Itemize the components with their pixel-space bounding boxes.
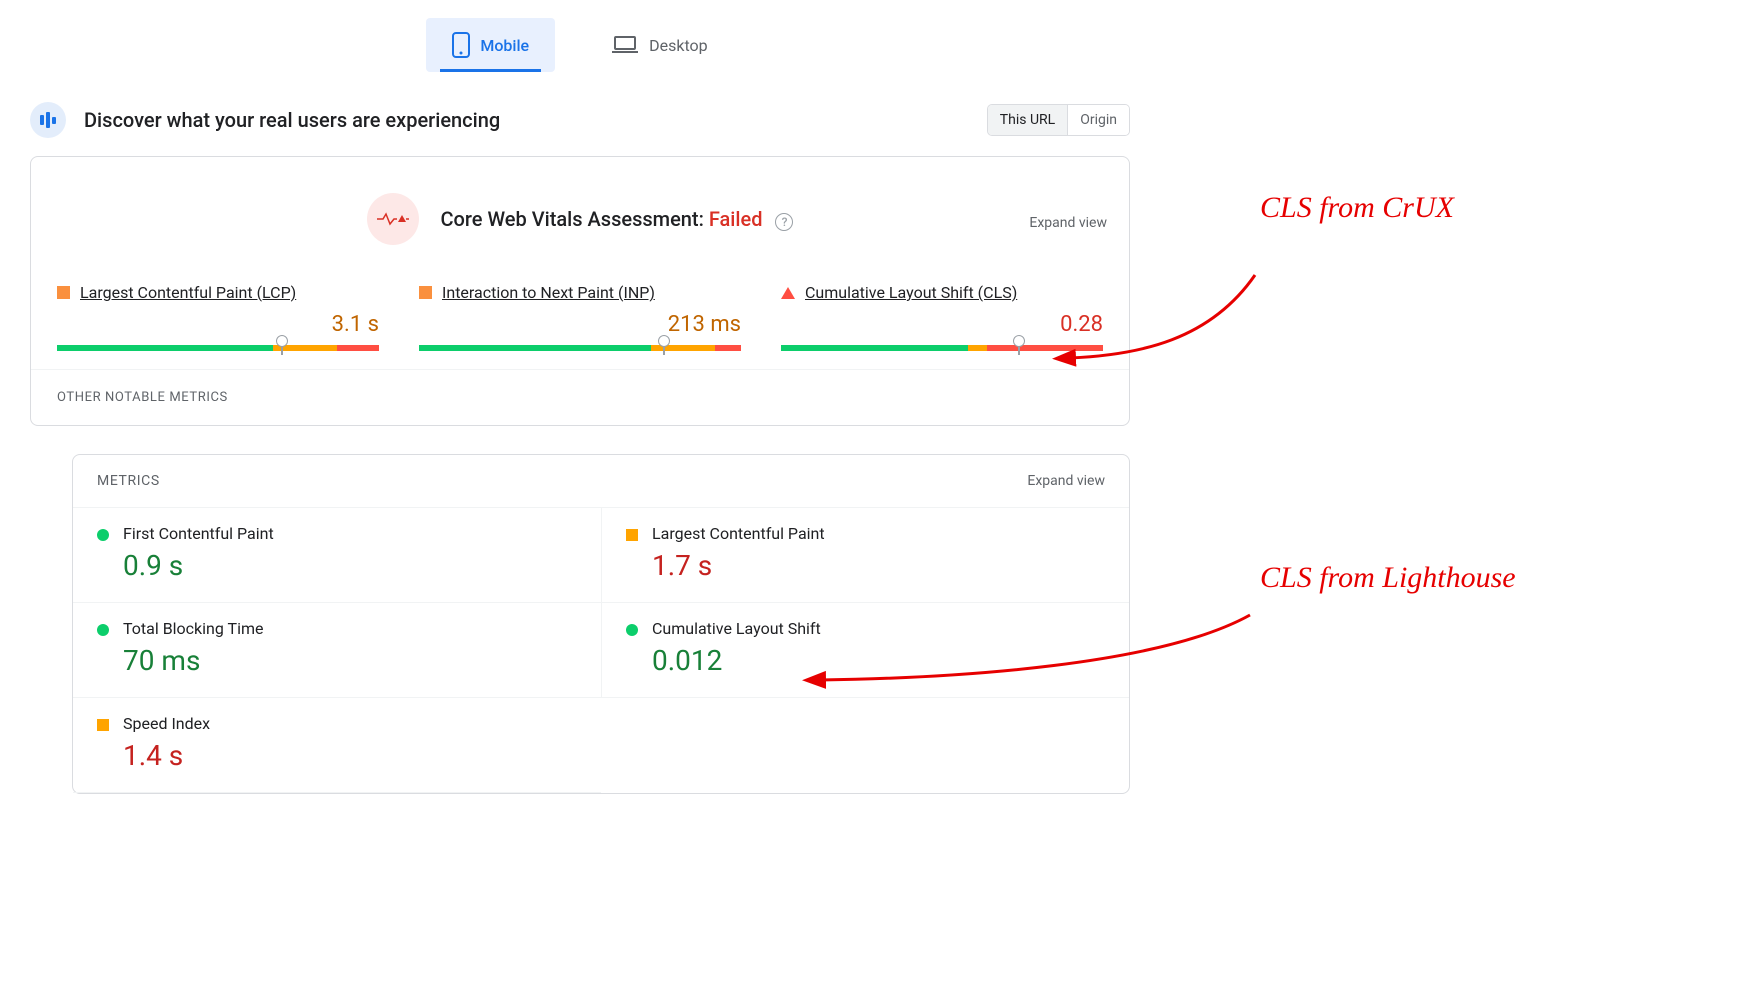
circle-icon	[626, 624, 638, 636]
circle-icon	[97, 624, 109, 636]
tab-mobile[interactable]: Mobile	[426, 18, 555, 72]
lh-metric-name: Largest Contentful Paint	[652, 524, 825, 543]
vital-0: Largest Contentful Paint (LCP) 3.1 s	[57, 283, 379, 351]
tab-mobile-label: Mobile	[480, 36, 529, 55]
lighthouse-expand-link[interactable]: Expand view	[1027, 473, 1105, 489]
square-icon	[57, 286, 70, 299]
help-icon[interactable]: ?	[775, 213, 793, 231]
lh-metric-name: First Contentful Paint	[123, 524, 274, 543]
crux-expand-link[interactable]: Expand view	[1029, 215, 1107, 231]
lh-metric-name: Speed Index	[123, 714, 210, 733]
distribution-bar	[57, 345, 379, 351]
assessment-text: Core Web Vitals Assessment: Failed ?	[441, 207, 794, 231]
distribution-bar	[781, 345, 1103, 351]
square-icon	[97, 719, 109, 731]
lh-metric-value: 70 ms	[123, 644, 263, 677]
vital-name[interactable]: Interaction to Next Paint (INP)	[442, 283, 655, 302]
vital-value: 3.1 s	[57, 312, 379, 337]
lh-metric-name: Cumulative Layout Shift	[652, 619, 821, 638]
annotation-crux: CLS from CrUX	[1260, 190, 1520, 226]
lh-metric-value: 0.012	[652, 644, 821, 677]
lighthouse-card: METRICS Expand view First Contentful Pai…	[72, 454, 1130, 794]
scope-toggle: This URL Origin	[987, 104, 1130, 136]
annotation-lighthouse: CLS from Lighthouse	[1260, 560, 1540, 596]
other-metrics-label: OTHER NOTABLE METRICS	[31, 369, 1129, 425]
lh-metric-3: Cumulative Layout Shift 0.012	[601, 603, 1129, 698]
distribution-bar	[419, 345, 741, 351]
lh-metric-2: Total Blocking Time 70 ms	[73, 603, 601, 698]
scope-origin[interactable]: Origin	[1067, 105, 1129, 135]
vital-value: 213 ms	[419, 312, 741, 337]
field-data-title: Discover what your real users are experi…	[84, 108, 500, 132]
tab-desktop[interactable]: Desktop	[585, 18, 734, 72]
pulse-icon	[367, 193, 419, 245]
lighthouse-title: METRICS	[97, 473, 160, 489]
lh-metric-1: Largest Contentful Paint 1.7 s	[601, 508, 1129, 603]
lh-metric-4: Speed Index 1.4 s	[73, 698, 601, 793]
lh-metric-value: 0.9 s	[123, 549, 274, 582]
percentile-pin	[658, 335, 670, 347]
square-icon	[419, 286, 432, 299]
circle-icon	[97, 529, 109, 541]
vital-2: Cumulative Layout Shift (CLS) 0.28	[781, 283, 1103, 351]
scope-this-url[interactable]: This URL	[988, 105, 1067, 135]
vital-name[interactable]: Cumulative Layout Shift (CLS)	[805, 283, 1017, 302]
crux-card: Core Web Vitals Assessment: Failed ? Exp…	[30, 156, 1130, 426]
tab-desktop-label: Desktop	[649, 36, 708, 55]
lh-metric-0: First Contentful Paint 0.9 s	[73, 508, 601, 603]
vital-name[interactable]: Largest Contentful Paint (LCP)	[80, 283, 296, 302]
lighthouse-grid: First Contentful Paint 0.9 s Largest Con…	[73, 508, 1129, 793]
phone-icon	[452, 32, 470, 58]
assessment-label: Core Web Vitals Assessment:	[441, 207, 709, 231]
lh-metric-name: Total Blocking Time	[123, 619, 263, 638]
vitals-row: Largest Contentful Paint (LCP) 3.1 s Int…	[31, 255, 1129, 369]
vital-value: 0.28	[781, 312, 1103, 337]
laptop-icon	[611, 35, 639, 55]
triangle-icon	[781, 287, 795, 299]
field-data-header: Discover what your real users are experi…	[30, 102, 1130, 138]
lh-metric-value: 1.4 s	[123, 739, 210, 772]
square-icon	[626, 529, 638, 541]
assessment-status: Failed	[709, 207, 763, 231]
lh-metric-value: 1.7 s	[652, 549, 825, 582]
device-tabs: Mobile Desktop	[30, 18, 1130, 72]
assessment-row: Core Web Vitals Assessment: Failed ? Exp…	[31, 157, 1129, 255]
gauge-icon	[30, 102, 66, 138]
vital-1: Interaction to Next Paint (INP) 213 ms	[419, 283, 741, 351]
